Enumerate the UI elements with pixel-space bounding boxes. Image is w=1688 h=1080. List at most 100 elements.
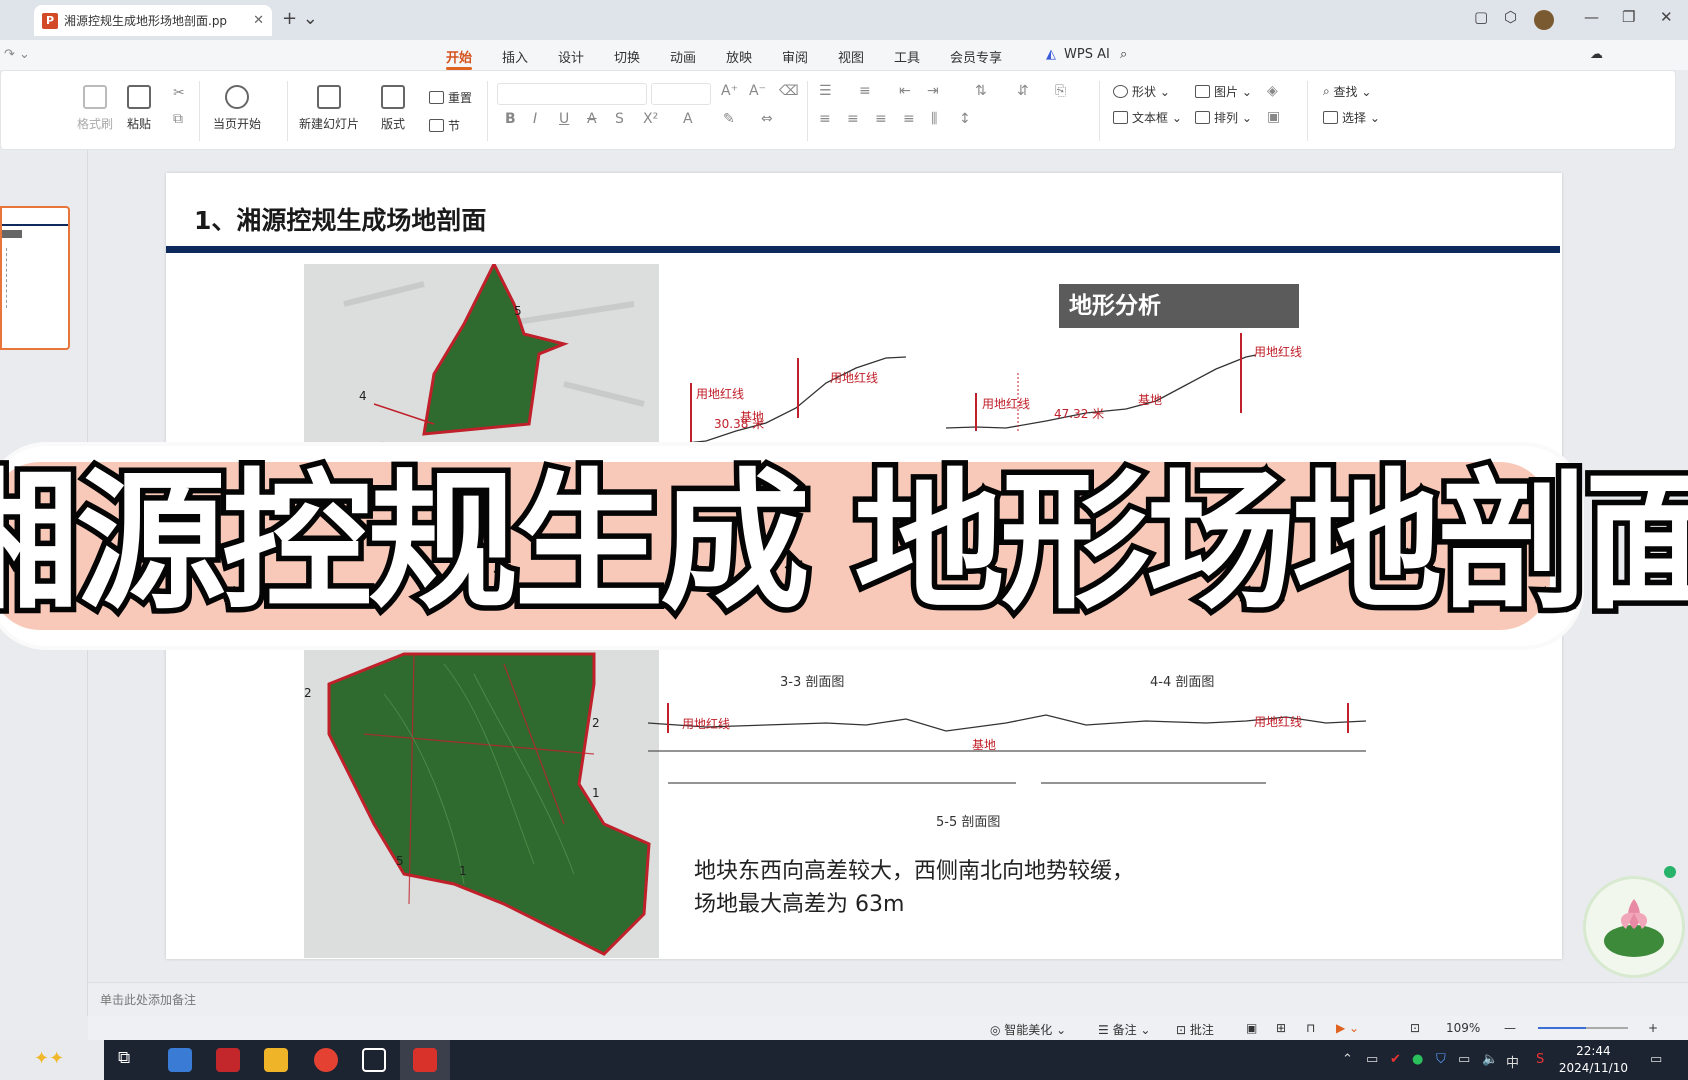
- notification-icon[interactable]: ▭: [1650, 1052, 1662, 1067]
- tray-camera-icon[interactable]: ▭: [1366, 1052, 1378, 1067]
- numbering-icon[interactable]: ≡: [859, 83, 871, 99]
- notes-pane[interactable]: 单击此处添加备注: [88, 982, 1688, 1016]
- menu-view[interactable]: 视图: [838, 47, 864, 66]
- zoom-level[interactable]: 109%: [1446, 1021, 1480, 1035]
- align-left-icon[interactable]: ≡: [819, 111, 831, 127]
- line-spacing-icon[interactable]: ↕: [959, 111, 971, 127]
- normal-view-icon[interactable]: ▣: [1246, 1021, 1257, 1035]
- paste-button[interactable]: 粘贴: [127, 85, 151, 132]
- arrange-button[interactable]: 排列 ⌄: [1195, 109, 1252, 126]
- select-button[interactable]: 选择 ⌄: [1323, 109, 1380, 126]
- menu-home[interactable]: 开始: [446, 47, 472, 66]
- restore-icon[interactable]: ❐: [1622, 8, 1635, 26]
- zoom-slider[interactable]: [1538, 1027, 1628, 1029]
- outline-icon[interactable]: ▣: [1267, 109, 1280, 125]
- fill-icon[interactable]: ◈: [1267, 83, 1278, 99]
- slide-sorter-icon[interactable]: ⊞: [1276, 1021, 1286, 1035]
- menu-tools[interactable]: 工具: [894, 47, 920, 66]
- menu-member[interactable]: 会员专享: [950, 47, 1002, 66]
- font-increase-icon[interactable]: A⁺: [721, 83, 738, 99]
- volume-icon[interactable]: 🔈: [1482, 1052, 1498, 1067]
- italic-icon[interactable]: I: [533, 111, 537, 127]
- copy-icon[interactable]: ⧉: [173, 111, 183, 127]
- menu-design[interactable]: 设计: [558, 47, 584, 66]
- smart-beautify-button[interactable]: ◎ 智能美化 ⌄: [990, 1021, 1066, 1038]
- section-button[interactable]: 节: [429, 117, 460, 134]
- textbox-button[interactable]: 文本框 ⌄: [1113, 109, 1182, 126]
- cube-icon[interactable]: ⬡: [1504, 8, 1517, 26]
- indent-icon[interactable]: ⇥: [927, 83, 939, 99]
- font-decrease-icon[interactable]: A⁻: [749, 83, 766, 99]
- document-tab[interactable]: P 湘源控规生成地形场地剖面.pp ✕: [34, 5, 272, 36]
- clear-format-icon[interactable]: ⌫: [779, 83, 799, 99]
- zoom-out-icon[interactable]: —: [1504, 1021, 1516, 1035]
- bullets-icon[interactable]: ☰: [819, 83, 832, 99]
- outdent-icon[interactable]: ⇤: [899, 83, 911, 99]
- sort-icon[interactable]: ⇵: [1017, 83, 1029, 99]
- wechat-icon[interactable]: ●: [1412, 1052, 1423, 1067]
- font-color-icon[interactable]: A: [683, 111, 693, 127]
- reading-view-icon[interactable]: ⊓: [1306, 1021, 1315, 1035]
- justify-icon[interactable]: ≡: [903, 111, 915, 127]
- menu-slideshow[interactable]: 放映: [726, 47, 752, 66]
- menu-transition[interactable]: 切换: [614, 47, 640, 66]
- tray-chevron-icon[interactable]: ⌃: [1342, 1052, 1353, 1067]
- widgets-button[interactable]: ✦✦: [0, 1040, 104, 1080]
- shield-icon[interactable]: ⛉: [1436, 1052, 1446, 1067]
- cut-icon[interactable]: ✂: [173, 85, 185, 101]
- convert-icon[interactable]: ⎘: [1055, 83, 1066, 99]
- autocad-icon[interactable]: [216, 1048, 240, 1072]
- align-right-icon[interactable]: ≡: [875, 111, 887, 127]
- align-center-icon[interactable]: ≡: [847, 111, 859, 127]
- network-icon[interactable]: ▭: [1458, 1052, 1470, 1067]
- bold-icon[interactable]: B: [505, 111, 516, 127]
- camera-icon[interactable]: [362, 1048, 386, 1072]
- find-button[interactable]: ⌕ 查找 ⌄: [1323, 83, 1371, 100]
- font-family-select[interactable]: [497, 83, 647, 105]
- slide-thumbnail-1[interactable]: [0, 206, 70, 350]
- menu-review[interactable]: 审阅: [782, 47, 808, 66]
- notes-button[interactable]: ☰ 备注 ⌄: [1098, 1021, 1150, 1038]
- comments-button[interactable]: ⊡ 批注: [1176, 1021, 1214, 1038]
- cloud-upload-icon[interactable]: ☁: [1590, 47, 1603, 62]
- highlight-icon[interactable]: ✎: [723, 111, 735, 127]
- text-direction-icon[interactable]: ⇅: [975, 83, 987, 99]
- underline-icon[interactable]: U: [559, 111, 569, 127]
- strikethrough-icon[interactable]: A: [587, 111, 597, 127]
- lotus-widget[interactable]: [1583, 876, 1685, 978]
- minimize-icon[interactable]: —: [1584, 8, 1599, 26]
- close-window-icon[interactable]: ✕: [1660, 8, 1673, 26]
- wps-taskbar-item[interactable]: [400, 1040, 450, 1080]
- task-view-icon[interactable]: ⧉: [118, 1048, 142, 1072]
- shape-button[interactable]: 形状 ⌄: [1113, 83, 1170, 100]
- menu-animation[interactable]: 动画: [670, 47, 696, 66]
- sogou-icon[interactable]: S: [1536, 1052, 1544, 1067]
- new-tab-plus-icon[interactable]: + ⌄: [282, 8, 318, 29]
- chrome-icon[interactable]: [314, 1048, 338, 1072]
- superscript-icon[interactable]: X²: [643, 111, 658, 127]
- zoom-in-icon[interactable]: +: [1648, 1021, 1658, 1035]
- format-painter-button[interactable]: 格式刷: [77, 85, 113, 132]
- reset-button[interactable]: 重置: [429, 89, 472, 106]
- tray-wps-icon[interactable]: ✔: [1390, 1052, 1401, 1067]
- shadow-icon[interactable]: S: [615, 111, 624, 127]
- picture-button[interactable]: 图片 ⌄: [1195, 83, 1252, 100]
- file-explorer-icon[interactable]: [264, 1048, 288, 1072]
- window-layout-icon[interactable]: ▢: [1474, 8, 1488, 26]
- menu-insert[interactable]: 插入: [502, 47, 528, 66]
- fit-window-icon[interactable]: ⊡: [1410, 1021, 1420, 1035]
- close-tab-icon[interactable]: ✕: [253, 13, 264, 28]
- char-spacing-icon[interactable]: ⇔: [761, 111, 773, 127]
- app-icon[interactable]: [168, 1048, 192, 1072]
- distribute-icon[interactable]: ⫼: [931, 111, 937, 127]
- layout-button[interactable]: 版式: [381, 85, 405, 132]
- new-slide-button[interactable]: 新建幻灯片: [299, 85, 359, 132]
- ime-indicator[interactable]: 中: [1506, 1052, 1519, 1071]
- font-size-select[interactable]: [651, 83, 711, 105]
- system-clock[interactable]: 22:44 2024/11/10: [1559, 1043, 1628, 1077]
- redo-icon[interactable]: ↷ ⌄: [4, 47, 30, 62]
- slideshow-play-icon[interactable]: ▶ ⌄: [1336, 1021, 1359, 1035]
- avatar[interactable]: [1534, 10, 1554, 30]
- menu-wps-ai[interactable]: WPS AI: [1064, 47, 1110, 62]
- search-icon[interactable]: ⌕: [1120, 47, 1127, 62]
